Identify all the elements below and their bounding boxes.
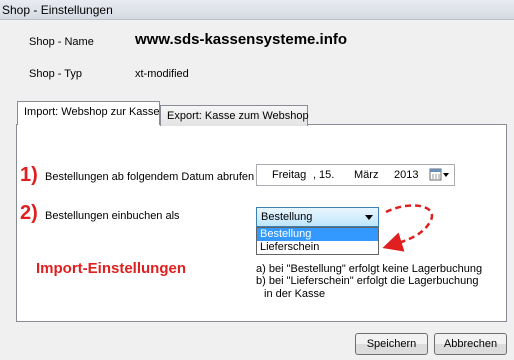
date-year: 2013 xyxy=(394,169,419,181)
tab-export[interactable]: Export: Kasse zum Webshop xyxy=(160,105,309,126)
shop-type-label: Shop - Typ xyxy=(29,68,82,80)
date-weekday: Freitag xyxy=(272,169,307,181)
book-as-dropdown-list: Bestellung Lieferschein xyxy=(256,227,379,255)
book-as-value: Bestellung xyxy=(261,211,313,223)
cancel-button[interactable]: Abbrechen xyxy=(434,333,507,355)
save-button[interactable]: Speichern xyxy=(355,333,428,355)
window-titlebar: Shop - Einstellungen xyxy=(0,0,514,20)
date-separator: , xyxy=(313,169,317,181)
step-1-marker: 1) xyxy=(20,164,38,186)
date-day: 15. xyxy=(319,169,335,181)
date-month: März xyxy=(354,169,379,181)
shop-type-value: xt-modified xyxy=(135,68,189,80)
shop-name-value: www.sds-kassensysteme.info xyxy=(135,31,348,48)
note-line-c: in der Kasse xyxy=(264,288,326,300)
book-as-label: Bestellungen einbuchen als xyxy=(45,210,180,222)
tab-import[interactable]: Import: Webshop zur Kasse xyxy=(17,101,160,125)
window-title: Shop - Einstellungen xyxy=(2,3,113,17)
note-line-a: a) bei "Bestellung" erfolgt keine Lagerb… xyxy=(256,263,483,275)
fetch-date-label: Bestellungen ab folgendem Datum abrufen xyxy=(45,171,255,183)
calendar-icon[interactable] xyxy=(429,168,451,182)
note-line-b: b) bei "Lieferschein" erfolgt die Lagerb… xyxy=(256,275,479,287)
import-settings-title: Import-Einstellungen xyxy=(36,260,186,277)
chevron-down-icon[interactable] xyxy=(365,215,373,220)
step-2-marker: 2) xyxy=(20,202,38,224)
order-date-picker[interactable]: Freitag , 15. März 2013 xyxy=(256,164,455,186)
book-as-combobox[interactable]: Bestellung xyxy=(256,207,379,227)
option-bestellung[interactable]: Bestellung xyxy=(257,228,378,241)
shop-name-label: Shop - Name xyxy=(29,36,94,48)
option-lieferschein[interactable]: Lieferschein xyxy=(257,241,378,254)
